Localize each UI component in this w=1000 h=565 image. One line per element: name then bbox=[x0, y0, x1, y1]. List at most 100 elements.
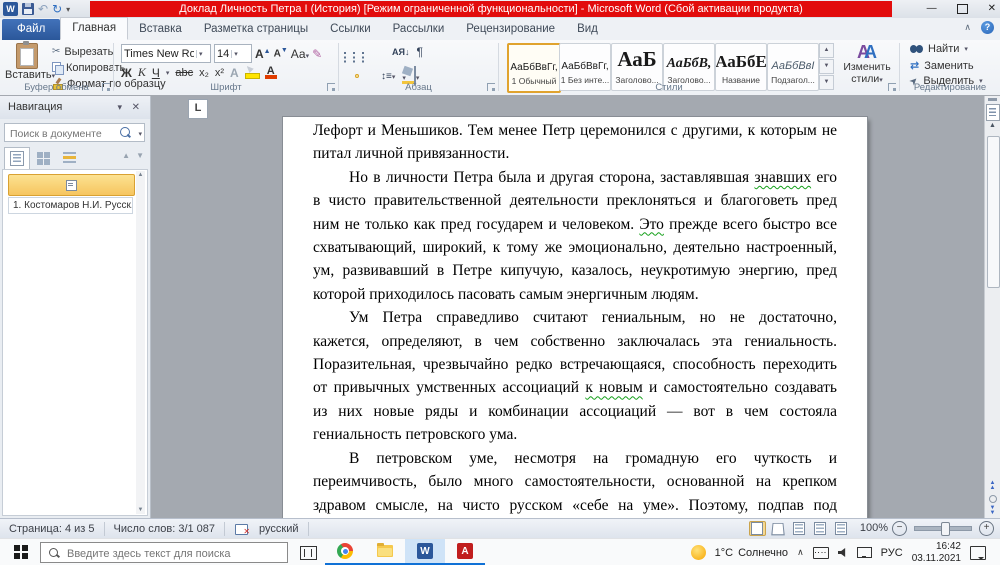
page-indicator[interactable]: Страница: 4 из 5 bbox=[0, 523, 104, 535]
maximize-icon[interactable] bbox=[957, 4, 968, 14]
volume-icon[interactable] bbox=[838, 548, 848, 558]
next-heading-icon[interactable]: ▼ bbox=[136, 151, 144, 160]
close-icon[interactable]: ✕ bbox=[988, 3, 996, 14]
navigation-close-icon[interactable]: ✕ bbox=[132, 96, 140, 119]
underline-dropdown-icon[interactable]: ▾ bbox=[166, 69, 170, 77]
align-right-button[interactable] bbox=[365, 75, 367, 77]
zoom-slider[interactable] bbox=[914, 526, 972, 531]
multilevel-list-button[interactable] bbox=[365, 51, 367, 53]
document-line[interactable]: Лефорт и Меньшиков. Тем менее Петр церем… bbox=[313, 119, 837, 142]
document-line[interactable]: здравом смысле, на чисто русском «себе н… bbox=[313, 494, 837, 517]
document-line[interactable]: Поразительная, чрезвычайно редко встреча… bbox=[313, 353, 837, 376]
align-center-button[interactable] bbox=[355, 74, 359, 78]
next-page-button[interactable]: ▼▼ bbox=[985, 506, 1000, 516]
decrease-indent-button[interactable] bbox=[374, 51, 376, 53]
subscript-button[interactable]: x₂ bbox=[199, 67, 209, 79]
taskbar-search-input[interactable] bbox=[65, 545, 284, 562]
scroll-up-icon[interactable]: ▲ bbox=[985, 122, 1000, 129]
taskbar-app-acrobat[interactable]: A bbox=[445, 539, 485, 563]
document-line[interactable]: от привычных умственных ассоциаций к нов… bbox=[313, 376, 837, 399]
font-color-button[interactable]: А bbox=[265, 66, 277, 79]
document-line[interactable]: гениальность петровского ума. bbox=[313, 423, 837, 446]
styles-dialog-launcher[interactable] bbox=[888, 83, 896, 91]
text-effects-button[interactable]: А bbox=[230, 66, 239, 80]
previous-page-button[interactable]: ▲▲ bbox=[985, 481, 1000, 491]
nav-heading-placeholder[interactable] bbox=[8, 174, 135, 196]
find-button[interactable]: Найти▾ bbox=[910, 43, 968, 55]
outline-view-button[interactable] bbox=[812, 521, 829, 536]
zoom-out-button[interactable]: − bbox=[892, 521, 907, 536]
sort-button[interactable]: АЯ↓ bbox=[392, 47, 409, 57]
weather-sun-icon[interactable] bbox=[691, 545, 706, 560]
document-line[interactable]: схватывающий, широкий, к тому же эмоцион… bbox=[313, 236, 837, 259]
increase-indent-button[interactable] bbox=[383, 51, 385, 53]
grow-font-button[interactable]: А▲ bbox=[255, 47, 271, 61]
ribbon-tab-рассылки[interactable]: Рассылки bbox=[382, 19, 456, 40]
zoom-level[interactable]: 100% bbox=[860, 522, 888, 534]
change-case-button[interactable]: Аа▾ bbox=[291, 47, 309, 61]
document-line[interactable]: ним не только как пред государем и челов… bbox=[313, 213, 837, 236]
navigation-scrollbar[interactable]: ▲ ▼ bbox=[136, 171, 145, 514]
taskbar-app-explorer[interactable] bbox=[365, 539, 405, 563]
font-name-combo[interactable]: Times New Ro▾ bbox=[121, 44, 211, 63]
select-browse-object-button[interactable] bbox=[989, 495, 997, 503]
nav-tab-headings[interactable] bbox=[4, 147, 30, 170]
clock[interactable]: 16:42 03.11.2021 bbox=[912, 541, 961, 565]
spellcheck-icon[interactable] bbox=[235, 523, 248, 535]
language-indicator[interactable]: русский bbox=[250, 523, 307, 535]
ribbon-tab-файл[interactable]: Файл bbox=[2, 19, 60, 40]
nav-heading-item[interactable]: 1. Костомаров Н.И. Русск... bbox=[8, 197, 133, 214]
document-line[interactable]: В петровском уме, несмотря на громадную … bbox=[313, 447, 837, 470]
nav-tab-pages[interactable] bbox=[30, 147, 56, 170]
underline-button[interactable]: Ч bbox=[152, 66, 160, 80]
input-language[interactable]: РУС bbox=[881, 547, 903, 559]
taskbar-app-chrome[interactable] bbox=[325, 539, 365, 563]
ribbon-tab-главная[interactable]: Главная bbox=[60, 17, 128, 40]
draft-view-button[interactable] bbox=[833, 521, 850, 536]
document-scrollbar[interactable]: ▲ ▲▲ ▼▼ bbox=[984, 96, 1000, 518]
align-left-button[interactable] bbox=[347, 75, 349, 77]
navigation-search-input[interactable] bbox=[8, 125, 117, 142]
help-icon[interactable]: ? bbox=[981, 21, 994, 34]
print-layout-view-button[interactable] bbox=[749, 521, 766, 536]
italic-button[interactable]: К bbox=[138, 65, 146, 80]
word-logo-icon[interactable]: W bbox=[3, 2, 18, 16]
touch-keyboard-icon[interactable] bbox=[813, 547, 829, 559]
bold-button[interactable]: Ж bbox=[121, 66, 132, 80]
show-marks-button[interactable]: ¶ bbox=[416, 45, 422, 59]
split-handle[interactable] bbox=[988, 98, 997, 101]
nav-scroll-down-icon[interactable]: ▼ bbox=[136, 507, 145, 513]
network-icon[interactable] bbox=[857, 547, 872, 558]
undo-icon[interactable]: ↶ bbox=[38, 3, 48, 15]
nav-scroll-up-icon[interactable]: ▲ bbox=[136, 172, 145, 178]
bullets-button[interactable] bbox=[347, 51, 349, 53]
clipboard-dialog-launcher[interactable] bbox=[102, 83, 110, 91]
tray-expand-icon[interactable]: ∧ bbox=[797, 547, 804, 558]
action-center-icon[interactable] bbox=[970, 546, 986, 560]
font-size-combo[interactable]: 14▾ bbox=[214, 44, 252, 63]
ruler-toggle-button[interactable] bbox=[986, 104, 1000, 121]
document-line[interactable]: Но в личности Петра была и другая сторон… bbox=[313, 166, 837, 189]
taskbar-search-box[interactable] bbox=[40, 542, 288, 563]
shrink-font-button[interactable]: А▼ bbox=[274, 47, 288, 59]
ribbon-tab-вид[interactable]: Вид bbox=[566, 19, 609, 40]
document-line[interactable]: переимчивость, было много самостоятельно… bbox=[313, 470, 837, 493]
strikethrough-button[interactable]: abc bbox=[175, 67, 193, 79]
document-line[interactable]: ум, развивавший в Петре кипучую, казалос… bbox=[313, 259, 837, 282]
nav-tab-results[interactable] bbox=[56, 147, 82, 170]
clear-formatting-icon[interactable]: ✎ bbox=[312, 47, 322, 61]
navigation-search-box[interactable]: ▾ bbox=[4, 123, 145, 142]
qat-dropdown-icon[interactable]: ▾ bbox=[66, 5, 70, 14]
zoom-slider-thumb[interactable] bbox=[941, 522, 950, 536]
start-button[interactable] bbox=[14, 545, 28, 559]
task-view-icon[interactable] bbox=[300, 546, 317, 560]
ribbon-tab-вставка[interactable]: Вставка bbox=[128, 19, 193, 40]
redo-icon[interactable]: ↻ bbox=[52, 3, 62, 15]
zoom-in-button[interactable]: + bbox=[979, 521, 994, 536]
navigation-dropdown-icon[interactable]: ▾ bbox=[117, 96, 122, 119]
reading-view-button[interactable] bbox=[770, 521, 787, 536]
save-icon[interactable] bbox=[22, 3, 34, 15]
highlight-color-button[interactable] bbox=[245, 66, 259, 79]
search-dropdown-icon[interactable]: ▾ bbox=[138, 130, 142, 138]
minimize-ribbon-icon[interactable]: ∧ bbox=[964, 22, 971, 33]
